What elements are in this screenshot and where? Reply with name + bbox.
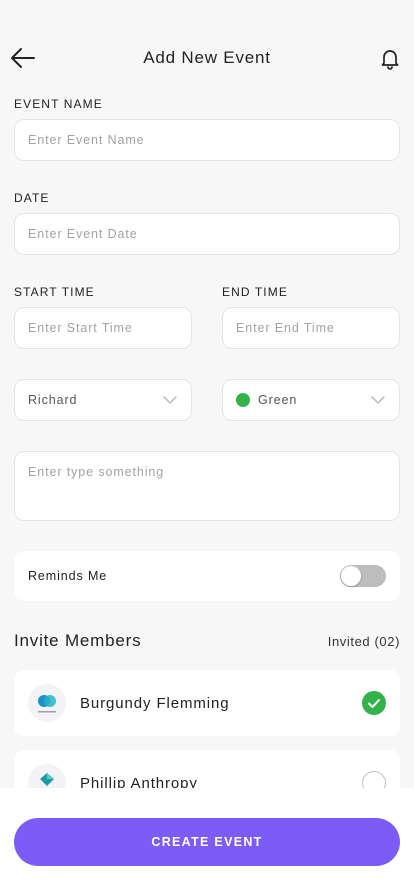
end-time-field	[222, 307, 400, 349]
date-field	[14, 213, 400, 255]
color-select[interactable]: Green	[222, 379, 400, 421]
member-avatar	[28, 684, 66, 722]
chevron-down-icon	[163, 396, 177, 404]
member-select-value: Richard	[28, 393, 78, 407]
event-name-input[interactable]	[28, 133, 386, 147]
start-time-input[interactable]	[28, 321, 178, 335]
chevron-down-icon	[371, 396, 385, 404]
end-time-label: END TIME	[222, 285, 288, 299]
page-title: Add New Event	[143, 48, 271, 67]
color-select-value: Green	[258, 393, 298, 407]
reminder-label: Reminds Me	[28, 569, 108, 583]
reminder-toggle[interactable]	[340, 565, 386, 587]
company-logo-icon	[38, 695, 56, 713]
invite-members-title: Invite Members	[14, 631, 142, 650]
start-time-field	[14, 307, 192, 349]
event-name-field	[14, 119, 400, 161]
reminder-row: Reminds Me	[14, 551, 400, 601]
checkmark-icon	[368, 699, 380, 708]
color-swatch	[236, 393, 250, 407]
invited-count: Invited (02)	[327, 634, 400, 649]
notes-field	[14, 451, 400, 521]
member-name: Burgundy Flemming	[80, 695, 230, 712]
notes-input[interactable]	[28, 465, 386, 507]
header: Add New Event	[0, 38, 414, 78]
event-name-label: EVENT NAME	[14, 97, 103, 111]
create-event-button[interactable]: CREATE EVENT	[14, 818, 400, 866]
toggle-knob	[341, 566, 361, 586]
member-select[interactable]: Richard	[14, 379, 192, 421]
bottom-action-bar: CREATE EVENT	[0, 788, 414, 896]
member-row[interactable]: Burgundy Flemming	[14, 670, 400, 736]
start-time-label: START TIME	[14, 285, 95, 299]
member-selected-checkbox[interactable]	[362, 691, 386, 715]
end-time-input[interactable]	[236, 321, 386, 335]
date-label: DATE	[14, 191, 50, 205]
date-input[interactable]	[28, 227, 386, 241]
bell-icon[interactable]	[378, 46, 402, 70]
